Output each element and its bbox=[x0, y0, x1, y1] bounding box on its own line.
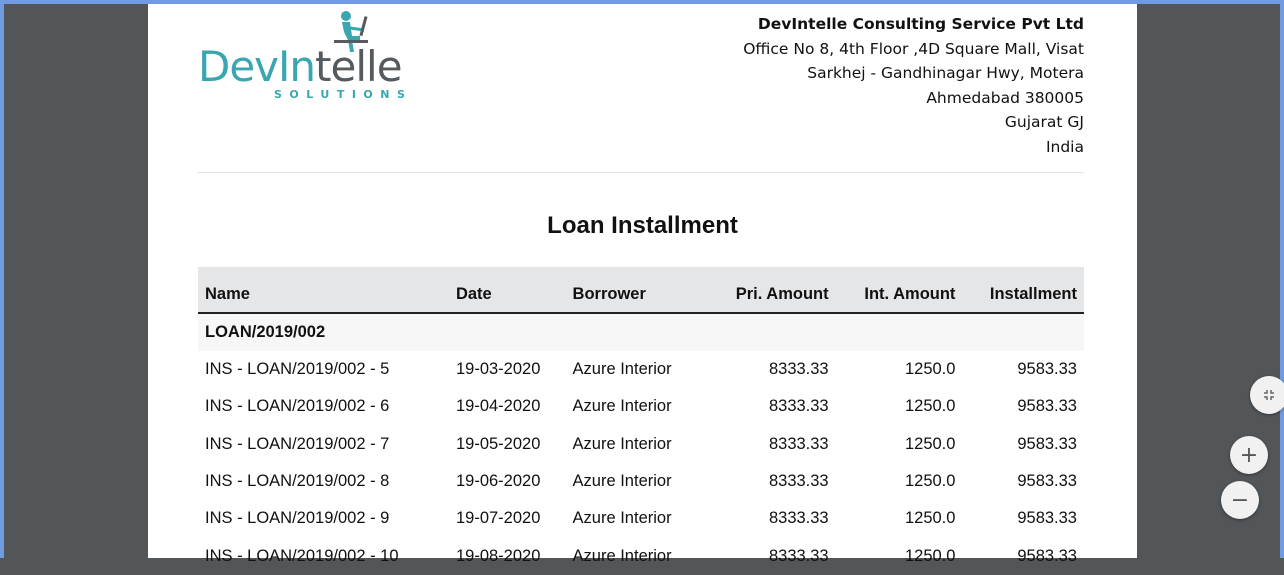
column-header-interest: Int. Amount bbox=[835, 267, 963, 314]
cell-name: INS - LOAN/2019/002 - 6 bbox=[205, 397, 390, 416]
loan-group-label: LOAN/2019/002 bbox=[198, 313, 1084, 351]
cell-name: INS - LOAN/2019/002 - 5 bbox=[205, 360, 390, 379]
loan-group-row: LOAN/2019/002 bbox=[198, 313, 1084, 351]
cell-principal: 8333.33 bbox=[768, 509, 829, 528]
fit-page-button[interactable] bbox=[1250, 376, 1284, 414]
cell-installment: 9583.33 bbox=[1017, 472, 1077, 491]
table-header-row: Name Date Borrower Pri. Amount Int. Amou… bbox=[198, 267, 1084, 314]
address-line: Office No 8, 4th Floor ,4D Square Mall, … bbox=[743, 39, 1084, 58]
company-name: DevIntelle Consulting Service Pvt Ltd bbox=[757, 15, 1084, 33]
cell-date: 19-06-2020 bbox=[455, 472, 541, 491]
cell-interest: 1250.0 bbox=[904, 509, 956, 528]
viewer-left-border bbox=[0, 0, 4, 558]
installment-table: Name Date Borrower Pri. Amount Int. Amou… bbox=[198, 267, 1084, 575]
cell-principal: 8333.33 bbox=[768, 434, 829, 453]
cell-interest: 1250.0 bbox=[904, 360, 956, 379]
cell-installment: 9583.33 bbox=[1017, 434, 1077, 453]
cell-installment: 9583.33 bbox=[1017, 546, 1077, 565]
address-line: India bbox=[1045, 137, 1084, 156]
cell-interest: 1250.0 bbox=[904, 434, 956, 453]
address-line: Ahmedabad 380005 bbox=[926, 88, 1084, 107]
cell-name: INS - LOAN/2019/002 - 7 bbox=[205, 434, 390, 453]
cell-interest: 1250.0 bbox=[904, 472, 956, 491]
zoom-in-button[interactable]: + bbox=[1230, 436, 1268, 474]
report-page: DevIntelle SOLUTIONS DevIntelle Consulti… bbox=[148, 4, 1137, 565]
table-row: INS - LOAN/2019/002 - 10 19-08-2020 Azur… bbox=[198, 537, 1084, 574]
report-title: Loan Installment bbox=[547, 212, 738, 239]
fit-page-icon bbox=[1264, 390, 1274, 400]
table-row: INS - LOAN/2019/002 - 8 19-06-2020 Azure… bbox=[198, 463, 1084, 500]
viewer-right-border bbox=[1280, 0, 1284, 558]
cell-borrower: Azure Interior bbox=[572, 472, 672, 491]
header-divider bbox=[198, 172, 1084, 173]
minus-icon: − bbox=[1230, 487, 1250, 513]
address-line: Gujarat GJ bbox=[1004, 113, 1084, 132]
table-row: INS - LOAN/2019/002 - 6 19-04-2020 Azure… bbox=[198, 388, 1084, 425]
cell-borrower: Azure Interior bbox=[572, 434, 672, 453]
cell-interest: 1250.0 bbox=[904, 546, 956, 565]
cell-installment: 9583.33 bbox=[1017, 397, 1077, 416]
address-line: Sarkhej - Gandhinagar Hwy, Motera bbox=[807, 64, 1084, 83]
cell-principal: 8333.33 bbox=[768, 472, 829, 491]
column-header-borrower: Borrower bbox=[565, 267, 700, 314]
cell-borrower: Azure Interior bbox=[572, 509, 672, 528]
cell-name: INS - LOAN/2019/002 - 9 bbox=[205, 509, 390, 528]
logo-subtitle: SOLUTIONS bbox=[274, 88, 413, 101]
table-row: INS - LOAN/2019/002 - 9 19-07-2020 Azure… bbox=[198, 500, 1084, 537]
column-header-installment: Installment bbox=[962, 267, 1084, 314]
logo-wordmark: DevIntelle bbox=[198, 42, 403, 91]
cell-principal: 8333.33 bbox=[768, 360, 829, 379]
column-header-principal: Pri. Amount bbox=[699, 267, 836, 314]
cell-date: 19-05-2020 bbox=[455, 434, 541, 453]
cell-date: 19-08-2020 bbox=[455, 546, 541, 565]
cell-installment: 9583.33 bbox=[1017, 360, 1077, 379]
plus-icon: + bbox=[1239, 442, 1259, 468]
company-address-block: DevIntelle Consulting Service Pvt Ltd Of… bbox=[664, 12, 1084, 160]
company-logo: DevIntelle SOLUTIONS bbox=[198, 10, 408, 101]
zoom-out-button[interactable]: − bbox=[1221, 481, 1259, 519]
cell-date: 19-03-2020 bbox=[455, 360, 541, 379]
cell-principal: 8333.33 bbox=[768, 397, 829, 416]
cell-date: 19-07-2020 bbox=[455, 509, 541, 528]
cell-name: INS - LOAN/2019/002 - 8 bbox=[205, 472, 390, 491]
cell-borrower: Azure Interior bbox=[572, 397, 672, 416]
table-row: INS - LOAN/2019/002 - 5 19-03-2020 Azure… bbox=[198, 351, 1084, 388]
cell-principal: 8333.33 bbox=[768, 546, 829, 565]
column-header-name: Name bbox=[198, 267, 449, 314]
cell-interest: 1250.0 bbox=[904, 397, 956, 416]
column-header-date: Date bbox=[448, 267, 566, 314]
cell-borrower: Azure Interior bbox=[572, 360, 672, 379]
cell-date: 19-04-2020 bbox=[455, 397, 541, 416]
cell-borrower: Azure Interior bbox=[572, 546, 672, 565]
cell-installment: 9583.33 bbox=[1017, 509, 1077, 528]
cell-name: INS - LOAN/2019/002 - 10 bbox=[205, 546, 399, 565]
table-row: INS - LOAN/2019/002 - 7 19-05-2020 Azure… bbox=[198, 426, 1084, 463]
